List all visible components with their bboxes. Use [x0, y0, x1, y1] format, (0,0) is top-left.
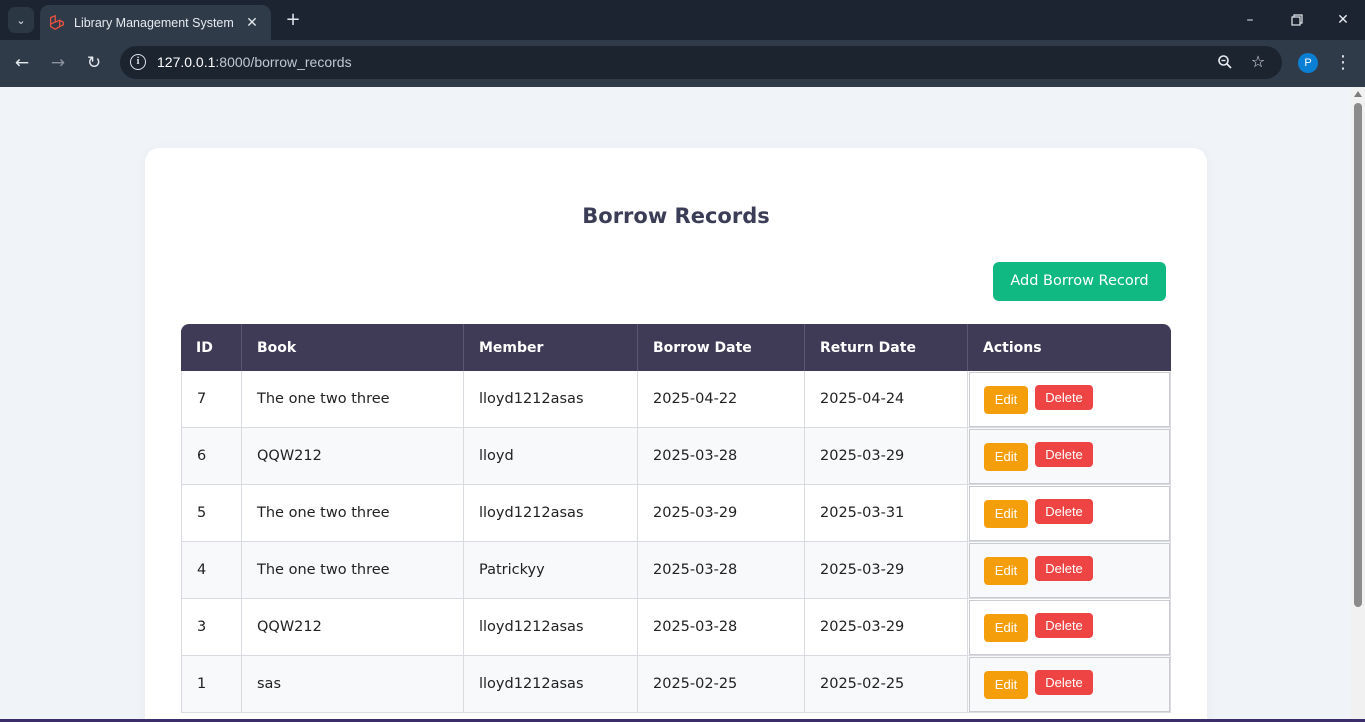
bookmark-star-icon[interactable]: ☆ [1248, 52, 1268, 72]
cell-borrow-date: 2025-03-28 [638, 428, 805, 485]
cell-actions: Edit Delete [968, 485, 1171, 542]
new-tab-button[interactable]: + [282, 9, 304, 31]
browser-tab[interactable]: Library Management System ✕ [40, 5, 271, 40]
cell-borrow-date: 2025-03-28 [638, 599, 805, 656]
browser-tab-bar: ⌄ Library Management System ✕ + – ✕ [0, 0, 1365, 40]
header-borrow-date: Borrow Date [638, 324, 805, 371]
cell-borrow-date: 2025-03-29 [638, 485, 805, 542]
forward-arrow-icon[interactable]: → [47, 52, 69, 74]
cell-member: lloyd1212asas [464, 656, 638, 713]
cell-member: lloyd1212asas [464, 599, 638, 656]
scroll-thumb[interactable] [1354, 103, 1362, 607]
content-card: Borrow Records Add Borrow Record ID Book… [145, 148, 1207, 722]
cell-actions: Edit Delete [968, 371, 1171, 428]
cell-actions: Edit Delete [968, 656, 1171, 713]
tab-title: Library Management System [74, 15, 234, 30]
zoom-icon[interactable] [1215, 52, 1235, 72]
laravel-favicon-icon [50, 14, 64, 30]
edit-button[interactable]: Edit [984, 557, 1028, 585]
cell-return-date: 2025-04-24 [805, 371, 968, 428]
table-header-row: ID Book Member Borrow Date Return Date A… [181, 324, 1171, 371]
cell-member: Patrickyy [464, 542, 638, 599]
cell-actions: Edit Delete [968, 599, 1171, 656]
url-text[interactable]: 127.0.0.1:8000/borrow_records [157, 54, 352, 70]
restore-icon[interactable] [1285, 8, 1309, 32]
header-id: ID [181, 324, 242, 371]
table-row: 5 The one two three lloyd1212asas 2025-0… [181, 485, 1171, 542]
cell-return-date: 2025-03-29 [805, 542, 968, 599]
cell-book: The one two three [242, 371, 464, 428]
cell-return-date: 2025-02-25 [805, 656, 968, 713]
table-row: 4 The one two three Patrickyy 2025-03-28… [181, 542, 1171, 599]
cell-member: lloyd1212asas [464, 485, 638, 542]
cell-id: 5 [181, 485, 242, 542]
borrow-records-table: ID Book Member Borrow Date Return Date A… [181, 324, 1171, 713]
cell-return-date: 2025-03-29 [805, 428, 968, 485]
table-row: 6 QQW212 lloyd 2025-03-28 2025-03-29 Edi… [181, 428, 1171, 485]
cell-id: 4 [181, 542, 242, 599]
delete-button[interactable]: Delete [1035, 612, 1093, 638]
minimize-icon[interactable]: – [1238, 8, 1262, 32]
header-return-date: Return Date [805, 324, 968, 371]
site-info-icon[interactable]: i [130, 54, 146, 70]
page-scrollbar[interactable] [1351, 87, 1365, 722]
cell-member: lloyd1212asas [464, 371, 638, 428]
back-arrow-icon[interactable]: ← [11, 52, 33, 74]
cell-id: 6 [181, 428, 242, 485]
cell-borrow-date: 2025-04-22 [638, 371, 805, 428]
header-book: Book [242, 324, 464, 371]
address-bar[interactable]: i 127.0.0.1:8000/borrow_records ☆ [120, 46, 1282, 79]
cell-borrow-date: 2025-03-28 [638, 542, 805, 599]
cell-member: lloyd [464, 428, 638, 485]
browser-menu-icon[interactable]: ⋮ [1333, 52, 1353, 74]
edit-button[interactable]: Edit [984, 500, 1028, 528]
url-host: 127.0.0.1 [157, 54, 216, 70]
cell-book: The one two three [242, 485, 464, 542]
table-row: 1 sas lloyd1212asas 2025-02-25 2025-02-2… [181, 656, 1171, 713]
scroll-up-icon[interactable] [1354, 91, 1362, 97]
tab-search-chevron-icon[interactable]: ⌄ [8, 7, 34, 33]
page-title: Borrow Records [582, 204, 770, 228]
add-borrow-record-button[interactable]: Add Borrow Record [993, 262, 1166, 301]
edit-button[interactable]: Edit [984, 671, 1028, 699]
browser-toolbar: ← → ↻ i 127.0.0.1:8000/borrow_records ☆ … [0, 40, 1365, 87]
cell-id: 1 [181, 656, 242, 713]
reload-icon[interactable]: ↻ [83, 52, 105, 74]
cell-book: The one two three [242, 542, 464, 599]
profile-avatar[interactable]: P [1298, 53, 1318, 73]
delete-button[interactable]: Delete [1035, 441, 1093, 467]
delete-button[interactable]: Delete [1035, 555, 1093, 581]
cell-id: 7 [181, 371, 242, 428]
edit-button[interactable]: Edit [984, 386, 1028, 414]
close-window-icon[interactable]: ✕ [1331, 8, 1355, 32]
header-member: Member [464, 324, 638, 371]
cell-actions: Edit Delete [968, 542, 1171, 599]
cell-actions: Edit Delete [968, 428, 1171, 485]
cell-borrow-date: 2025-02-25 [638, 656, 805, 713]
cell-return-date: 2025-03-31 [805, 485, 968, 542]
delete-button[interactable]: Delete [1035, 669, 1093, 695]
url-path: :8000/borrow_records [215, 54, 352, 70]
table-row: 3 QQW212 lloyd1212asas 2025-03-28 2025-0… [181, 599, 1171, 656]
delete-button[interactable]: Delete [1035, 498, 1093, 524]
header-actions: Actions [968, 324, 1171, 371]
cell-return-date: 2025-03-29 [805, 599, 968, 656]
cell-book: QQW212 [242, 428, 464, 485]
tab-close-icon[interactable]: ✕ [243, 15, 261, 31]
table-row: 7 The one two three lloyd1212asas 2025-0… [181, 371, 1171, 428]
edit-button[interactable]: Edit [984, 614, 1028, 642]
edit-button[interactable]: Edit [984, 443, 1028, 471]
cell-id: 3 [181, 599, 242, 656]
delete-button[interactable]: Delete [1035, 384, 1093, 410]
cell-book: sas [242, 656, 464, 713]
cell-book: QQW212 [242, 599, 464, 656]
